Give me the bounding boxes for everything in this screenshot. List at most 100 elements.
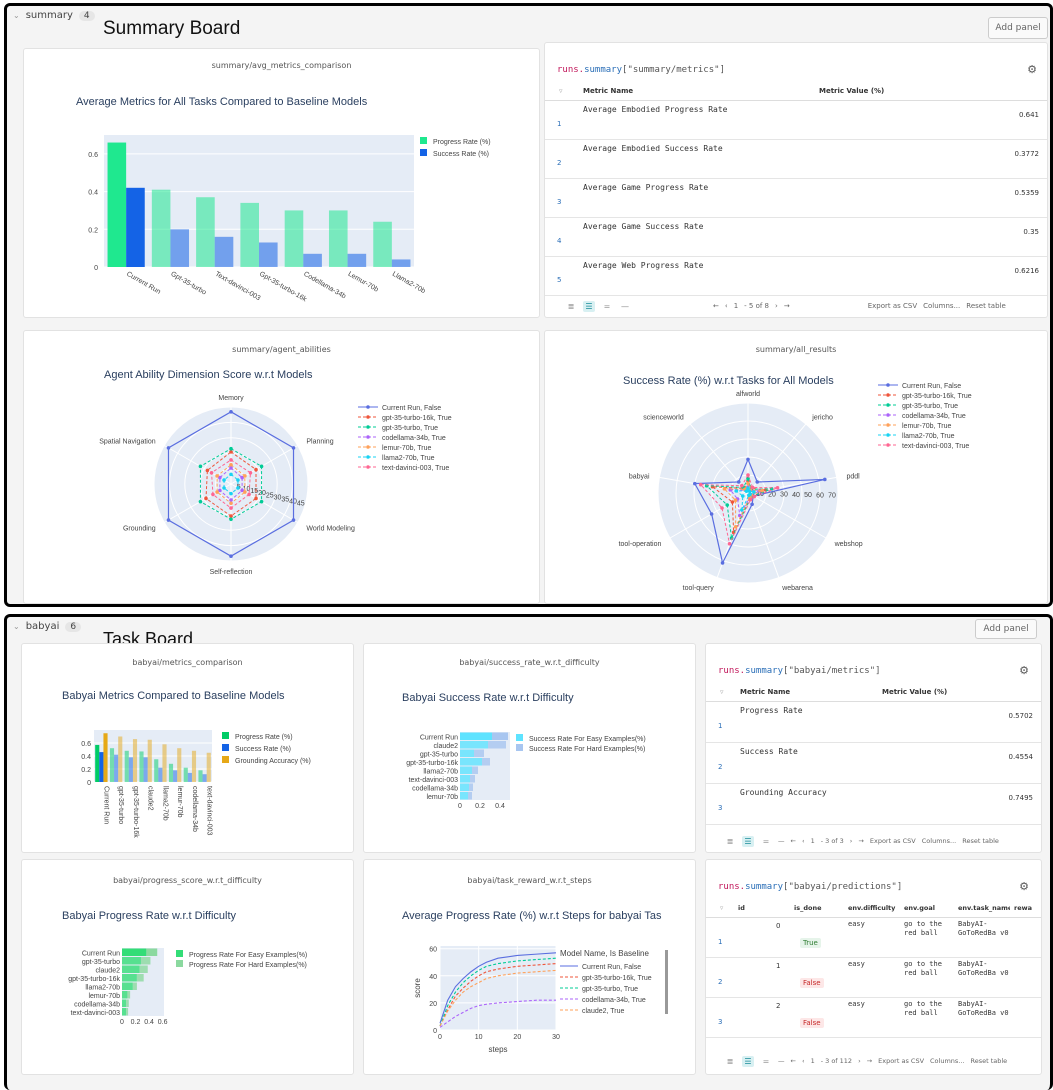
page-number[interactable]: 1 — [811, 837, 815, 845]
prev-icon[interactable]: ‹ — [802, 837, 805, 845]
bar-success — [303, 253, 322, 267]
gear-icon[interactable]: ⚙ — [1019, 880, 1029, 893]
minimal-view-icon[interactable]: = — [760, 836, 772, 847]
add-panel-button[interactable]: Add panel — [975, 619, 1037, 639]
bar — [109, 748, 115, 782]
prev-page-icon[interactable]: ← — [713, 302, 719, 310]
metric-value-cell: 0.35 — [1023, 228, 1039, 236]
y-tick-label: 40 — [429, 974, 437, 981]
id-cell: 2 — [776, 1002, 781, 1010]
compact-view-icon[interactable]: ☰ — [742, 1055, 754, 1067]
minimal-view-icon[interactable]: = — [601, 301, 613, 312]
compact-view-icon[interactable]: ☰ — [583, 300, 595, 312]
radar-point — [760, 488, 764, 493]
section-header-babyai[interactable]: ⌄ babyai 6 — [13, 621, 82, 632]
list-view-icon[interactable]: ≣ — [724, 836, 736, 847]
page-number[interactable]: 1 — [734, 302, 738, 310]
col-metric-value[interactable]: Metric Value (%) — [819, 87, 884, 95]
x-tick-label: Text-davinci-003 — [214, 271, 262, 303]
sort-icon[interactable]: ▿ — [720, 688, 724, 696]
prev-icon[interactable]: ‹ — [725, 302, 728, 310]
next-page-icon[interactable]: → — [858, 837, 863, 845]
bar — [168, 763, 174, 782]
radar-axis-label: Spatial Navigation — [99, 439, 156, 446]
minimal-view-icon[interactable]: = — [760, 1056, 772, 1067]
table-footer: ≣ ☰ = — ← ‹ 1 - 3 of 3 › → Export as CSV… — [706, 834, 1041, 848]
legend-marker — [366, 435, 370, 439]
col-env-difficulty[interactable]: env.difficulty — [848, 904, 895, 912]
gear-icon[interactable]: ⚙ — [1027, 63, 1037, 76]
legend-label: lemur-70b, True — [382, 445, 432, 452]
columns-button[interactable]: Columns... — [923, 302, 960, 310]
radar-axis-label: Self-reflection — [210, 569, 253, 576]
radar-point — [291, 446, 296, 450]
gear-icon[interactable]: ⚙ — [1019, 664, 1029, 677]
prev-icon[interactable]: ‹ — [802, 1057, 805, 1065]
next-icon[interactable]: › — [858, 1057, 861, 1065]
next-icon[interactable]: › — [850, 837, 853, 845]
reset-table-button[interactable]: Reset table — [971, 1057, 1008, 1065]
add-panel-button[interactable]: Add panel — [988, 17, 1048, 39]
radar-tick-label: 45 — [297, 501, 305, 508]
sort-icon[interactable]: ▿ — [559, 87, 563, 95]
radar-point — [236, 486, 240, 490]
y-tick-label: 0.6 — [81, 741, 91, 748]
bar — [460, 732, 492, 740]
col-metric-name[interactable]: Metric Name — [740, 688, 790, 696]
columns-button[interactable]: Columns... — [930, 1057, 964, 1065]
x-tick-label: 0.6 — [158, 1019, 168, 1026]
compact-view-icon[interactable]: ☰ — [742, 835, 754, 847]
legend-label: llama2-70b, True — [382, 455, 435, 462]
list-view-icon[interactable]: ≣ — [565, 301, 577, 312]
y-tick-label: gpt-35-turbo — [420, 752, 458, 759]
id-cell: 0 — [776, 922, 781, 930]
col-env-goal[interactable]: env.goal — [904, 904, 935, 912]
col-metric-name[interactable]: Metric Name — [583, 87, 633, 95]
radar-point — [198, 464, 203, 469]
chevron-down-icon[interactable]: ⌄ — [13, 11, 20, 20]
export-csv-button[interactable]: Export as CSV — [878, 1057, 924, 1065]
export-csv-button[interactable]: Export as CSV — [868, 302, 917, 310]
page-number[interactable]: 1 — [811, 1057, 815, 1065]
prev-page-icon[interactable]: ← — [791, 837, 796, 845]
collapse-icon[interactable]: — — [619, 301, 631, 312]
goal-cell: go to the red ball — [904, 960, 942, 977]
chevron-down-icon[interactable]: ⌄ — [13, 622, 20, 631]
prev-page-icon[interactable]: ← — [791, 1057, 796, 1065]
col-id[interactable]: id — [738, 904, 745, 912]
collapse-icon[interactable]: — — [778, 1057, 785, 1065]
table-footer: ≣ ☰ = — ← ‹ 1 - 3 of 112 › → Export as C… — [706, 1054, 1041, 1068]
metric-name-cell: Average Game Success Rate — [583, 222, 704, 231]
x-tick-label: 0.2 — [475, 803, 485, 810]
metric-value-cell: 0.4554 — [1008, 753, 1034, 761]
columns-button[interactable]: Columns... — [922, 837, 956, 845]
babyai-success-bar-chart: Current Runclaude2 gpt-35-turbogpt-35-tur… — [406, 732, 646, 810]
col-is-done[interactable]: is_done — [794, 904, 822, 912]
table-query: runs.summary["babyai/predictions"] — [718, 882, 902, 892]
legend-swatch — [420, 149, 427, 156]
avg-metrics-panel: summary/avg_metrics_comparison Average M… — [23, 48, 540, 318]
col-reward[interactable]: rewa — [1014, 904, 1032, 912]
section-header-summary[interactable]: ⌄ summary 4 — [13, 10, 95, 21]
next-page-icon[interactable]: → — [867, 1057, 872, 1065]
babyai-progress-bar-chart: Current Rungpt-35-turbo claude2gpt-35-tur… — [68, 948, 307, 1026]
table-row: 1 0 True easy go to the red ball BabyAI-GoToR… — [706, 918, 1041, 958]
col-metric-value[interactable]: Metric Value (%) — [882, 688, 947, 696]
legend-marker — [366, 455, 370, 459]
legend-label: llama2-70b, True — [902, 433, 955, 440]
legend-title: Model Name, Is Baseline — [560, 949, 649, 958]
reset-table-button[interactable]: Reset table — [966, 302, 1006, 310]
export-csv-button[interactable]: Export as CSV — [870, 837, 916, 845]
collapse-icon[interactable]: — — [778, 837, 785, 845]
reset-table-button[interactable]: Reset table — [962, 837, 999, 845]
col-env-task-name[interactable]: env.task_name — [958, 904, 1010, 912]
y-tick-label: llama2-70b — [85, 985, 120, 992]
next-icon[interactable]: › — [775, 302, 778, 310]
y-tick-label: lemur-70b — [426, 794, 458, 801]
sort-icon[interactable]: ▿ — [720, 904, 723, 912]
next-page-icon[interactable]: → — [784, 302, 790, 310]
list-view-icon[interactable]: ≣ — [724, 1056, 736, 1067]
radar-point — [229, 472, 233, 477]
radar-point — [204, 496, 208, 501]
bar-success — [347, 253, 367, 267]
